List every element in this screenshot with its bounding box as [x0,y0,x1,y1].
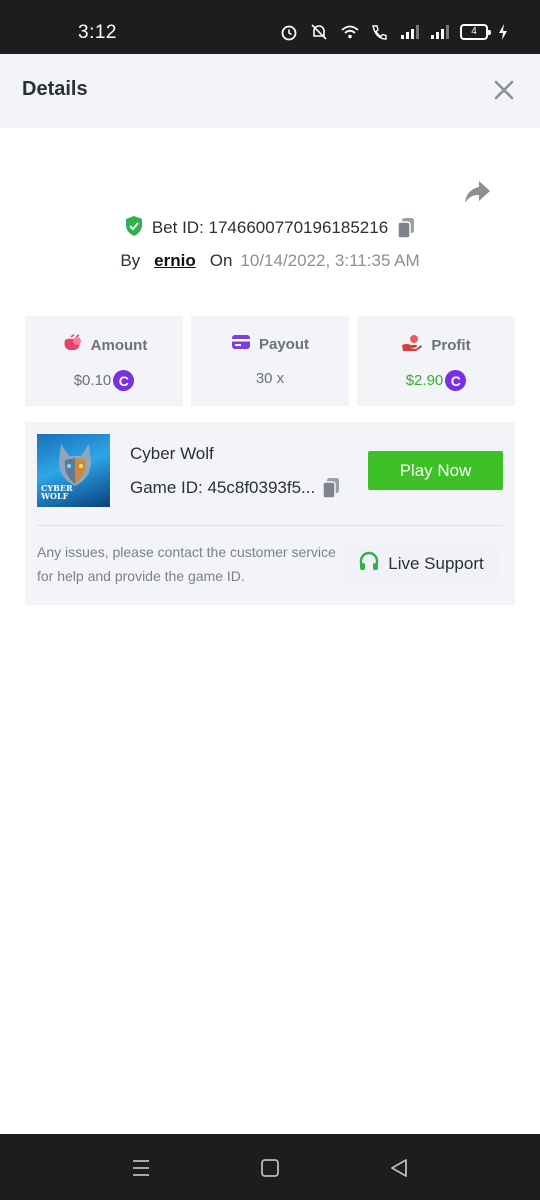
wifi-icon [340,22,360,42]
share-button[interactable] [462,178,492,206]
alarm-icon [280,22,298,42]
battery-icon: 4 [460,22,491,42]
hand-coin-icon [401,334,423,356]
stat-payout-value: 30 x [255,370,285,387]
coin-icon: C [113,370,135,391]
stat-amount: Amount $0.10 C [25,316,183,406]
user-link[interactable]: ernio [154,251,196,271]
game-card: CYBER WOLF Cyber Wolf Game ID: 45c8f0393… [25,422,515,605]
menu-icon [133,1160,149,1176]
status-time: 3:12 [78,22,117,43]
stat-profit-value: $2.90 [405,372,444,389]
verified-shield-icon [124,215,144,242]
support-note: Any issues, please contact the customer … [37,544,336,584]
status-icons: 4 [280,22,508,42]
play-now-button[interactable]: Play Now [368,451,503,490]
game-thumbnail-logo: CYBER WOLF [41,483,73,501]
signal-icon [430,22,450,42]
signal-icon [400,22,420,42]
home-button[interactable] [258,1156,282,1180]
live-support-label: Live Support [388,554,484,573]
coin-icon: C [445,370,467,391]
details-header: Details [0,54,540,128]
system-nav-bar [0,1134,540,1200]
bet-id: Bet ID: 1746600770196185216 [151,218,389,237]
battery-level: 4 [460,24,491,40]
bet-stats: Amount $0.10 C Payout 30 x Profit $2.90 … [25,316,515,406]
mute-icon [308,22,330,42]
money-bag-icon [61,333,83,356]
stat-payout-label: Payout [258,335,309,353]
bet-date: 10/14/2022, 3:11:35 AM [240,251,420,270]
divider [37,525,503,526]
menu-button[interactable] [129,1156,153,1180]
stat-profit-label: Profit [431,336,471,354]
charging-icon [498,22,508,42]
game-id: Game ID: 45c8f0393f5... [130,478,316,497]
game-name: Cyber Wolf [130,444,214,463]
card-icon [231,334,251,354]
copy-icon[interactable] [321,477,341,499]
stat-amount-value: $0.10 [73,372,112,389]
wolf-icon [59,444,91,486]
stat-payout: Payout 30 x [191,316,349,406]
headset-icon [358,551,380,578]
stat-profit: Profit $2.90 C [357,316,515,406]
close-button[interactable] [492,78,516,102]
bet-id-row: Bet ID: 1746600770196185216 [0,214,540,242]
game-id-row: Game ID: 45c8f0393f5... [130,477,341,499]
home-icon [261,1159,279,1177]
back-icon [391,1159,407,1177]
share-icon [465,181,490,203]
live-support-button[interactable]: Live Support [343,546,499,582]
by-label: By [120,251,141,270]
status-bar: 3:12 4 [0,0,540,54]
on-label: On [209,251,233,270]
stat-amount-label: Amount [90,336,148,354]
copy-icon[interactable] [396,217,416,239]
page-title: Details [22,78,88,100]
wifi-calling-icon [370,22,390,42]
game-thumbnail[interactable]: CYBER WOLF [37,434,110,507]
close-icon [494,80,514,100]
bet-meta-row: By ernio On 10/14/2022, 3:11:35 AM [0,248,540,274]
back-button[interactable] [387,1156,411,1180]
